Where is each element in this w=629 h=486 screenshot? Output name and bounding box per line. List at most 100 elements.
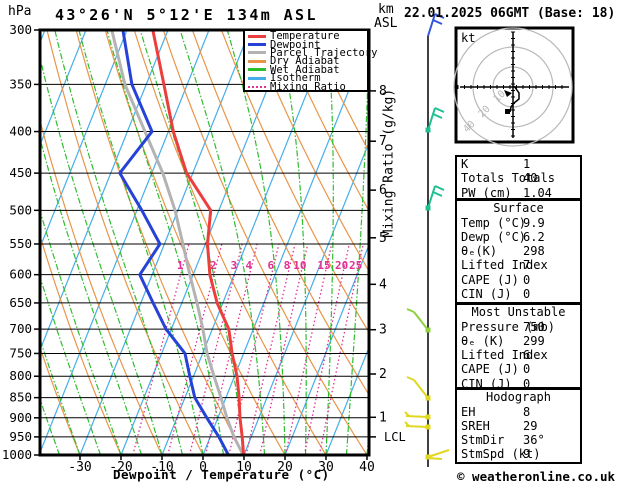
pressure-tick-label: 1000 bbox=[2, 447, 32, 462]
mixing-ratio-value: 15 bbox=[317, 259, 330, 272]
stat-value: 36° bbox=[523, 433, 545, 448]
stat-value: 8 bbox=[523, 404, 531, 419]
legend-box: Temperature Dewpoint Parcel Trajectory D… bbox=[243, 29, 377, 93]
stat-label: CAPE (J) bbox=[461, 362, 519, 377]
stat-value: 1 bbox=[523, 157, 531, 171]
stat-label: K bbox=[461, 157, 469, 171]
stat-value: 40 bbox=[523, 171, 538, 186]
stat-row-temp: Temp (°C) 9.9 bbox=[457, 216, 580, 230]
panel-title: Most Unstable bbox=[471, 305, 566, 319]
parcel-line-swatch bbox=[248, 51, 266, 55]
stat-value: 6 bbox=[523, 348, 531, 363]
pressure-tick-label: 650 bbox=[9, 295, 32, 310]
pressure-tick-label: 600 bbox=[9, 267, 32, 282]
pressure-tick-label: 950 bbox=[9, 429, 32, 444]
mixing-ratio-value: 4 bbox=[246, 259, 253, 272]
stat-value: 750 bbox=[523, 319, 545, 334]
temp-tick-label: -30 bbox=[68, 460, 91, 475]
stat-row-thetae-mu: θₑ (K) 299 bbox=[457, 334, 580, 348]
stat-label: θₑ (K) bbox=[461, 333, 505, 348]
pressure-tick-label: 450 bbox=[9, 165, 32, 180]
mixing-ratio-labels: 1 2 3 4 6 8 10 15 20 25 bbox=[177, 259, 362, 272]
pressure-tick-label: 300 bbox=[9, 22, 32, 37]
isotherm-line bbox=[202, 38, 369, 455]
wet-adiabat-line bbox=[78, 30, 204, 455]
stat-row-cape-mu: CAPE (J) 0 bbox=[457, 362, 580, 376]
sounding-page: 1 2 3 4 6 8 10 15 20 25 300 350 400 450 500 550 600 650 70… bbox=[0, 0, 629, 486]
stat-row-li-mu: Lifted Index 6 bbox=[457, 348, 580, 362]
pressure-tick-label: 400 bbox=[9, 124, 32, 139]
stat-label: EH bbox=[461, 404, 476, 419]
temperature-line-swatch bbox=[248, 34, 266, 38]
pressure-axis-unit: hPa bbox=[8, 4, 32, 19]
stat-row-cape: CAPE (J) 0 bbox=[457, 273, 580, 287]
stat-row-eh: EH 8 bbox=[457, 405, 580, 419]
frame bbox=[38, 28, 371, 457]
stat-value: 1.04 bbox=[523, 185, 552, 200]
panel-title: Surface bbox=[493, 201, 544, 215]
legend-item-mixing-ratio: Mixing Ratio bbox=[248, 81, 367, 93]
copyright-credit: © weatheronline.co.uk bbox=[457, 469, 616, 484]
wet-adiabat-line bbox=[278, 30, 307, 455]
stat-label: Lifted Index bbox=[461, 258, 548, 273]
wind-barb-column bbox=[404, 13, 450, 467]
stat-row-stmdir: StmDir 36° bbox=[457, 433, 580, 447]
stat-value: 6.2 bbox=[523, 229, 545, 244]
stat-value: 0 bbox=[523, 287, 531, 302]
x-axis-title: Dewpoint / Temperature (°C) bbox=[113, 467, 330, 482]
hodograph-plot: kt102040 bbox=[453, 26, 575, 147]
page-title: 43°26'N 5°12'E 134m ASL bbox=[55, 6, 318, 24]
isotherm-line-swatch bbox=[248, 76, 266, 80]
stat-row-li: Lifted Index 7 bbox=[457, 258, 580, 272]
stat-row-thetae: θₑ(K) 298 bbox=[457, 244, 580, 258]
mixing-ratio-value: 20 bbox=[335, 259, 348, 272]
hodograph-unit: kt bbox=[461, 31, 475, 45]
dewpoint-curve bbox=[118, 30, 230, 455]
stat-row-cin: CIN (J) 0 bbox=[457, 287, 580, 301]
stat-label: Totals Totals bbox=[461, 171, 555, 186]
wind-barb-icon bbox=[406, 308, 431, 333]
stat-label: CIN (J) bbox=[461, 287, 512, 302]
dry-adiabat-line bbox=[133, 30, 327, 455]
wind-barb-icon bbox=[404, 411, 431, 420]
mixing-ratio-line-swatch bbox=[248, 85, 266, 88]
dry-adiabat-line bbox=[220, 30, 369, 334]
stat-label: Temp (°C) bbox=[461, 215, 527, 230]
stat-value: 298 bbox=[523, 244, 545, 259]
stat-label: Dewp (°C) bbox=[461, 229, 527, 244]
dry-adiabat-line bbox=[104, 30, 286, 455]
mixing-ratio-value: 3 bbox=[230, 259, 237, 272]
panel-title: Hodograph bbox=[485, 390, 552, 404]
wet-adiabat-line bbox=[345, 30, 369, 455]
stat-label: PW (cm) bbox=[461, 185, 512, 200]
plot-frame bbox=[38, 28, 371, 457]
stat-row-sreh: SREH 29 bbox=[457, 419, 580, 433]
wet-adiabat-line bbox=[226, 30, 286, 455]
mixing-ratio-value: 6 bbox=[268, 259, 275, 272]
parcel-trajectory-curve bbox=[110, 30, 245, 455]
stat-row-k: K1 bbox=[457, 157, 580, 171]
pressure-tick-label: 500 bbox=[9, 202, 32, 217]
km-tick-label: 4 bbox=[379, 277, 387, 292]
stat-row-totals: Totals Totals 40 bbox=[457, 171, 580, 185]
asl-axis-unit: ASL bbox=[374, 16, 398, 31]
dry-adiabat-line-swatch bbox=[248, 59, 266, 63]
surface-panel: Surface Temp (°C) 9.9 Dewp (°C) 6.2 θₑ(K) 2… bbox=[455, 199, 582, 304]
stat-row-pw: PW (cm) 1.04 bbox=[457, 186, 580, 200]
mixing-ratio-value: 8 bbox=[284, 259, 291, 272]
stat-row-stmspd: StmSpd (kt) 9 bbox=[457, 447, 580, 461]
stat-row-dewp: Dewp (°C) 6.2 bbox=[457, 230, 580, 244]
stat-label: SREH bbox=[461, 418, 490, 433]
stat-value: 0 bbox=[523, 272, 531, 287]
dewpoint-line-swatch bbox=[248, 43, 266, 47]
stat-value: 0 bbox=[523, 362, 531, 377]
pressure-tick-label: 700 bbox=[9, 321, 32, 336]
mixing-ratio-value: 10 bbox=[293, 259, 306, 272]
wind-barb-icon bbox=[404, 421, 431, 430]
stat-row-pressure: Pressure (mb) 750 bbox=[457, 320, 580, 334]
mixing-ratio-line bbox=[284, 243, 333, 455]
wind-barb-icon bbox=[406, 376, 431, 401]
indices-panel: K1 Totals Totals 40 PW (cm) 1.04 bbox=[455, 155, 582, 200]
pressure-tick-label: 800 bbox=[9, 368, 32, 383]
temp-tick-label: 40 bbox=[359, 460, 375, 475]
